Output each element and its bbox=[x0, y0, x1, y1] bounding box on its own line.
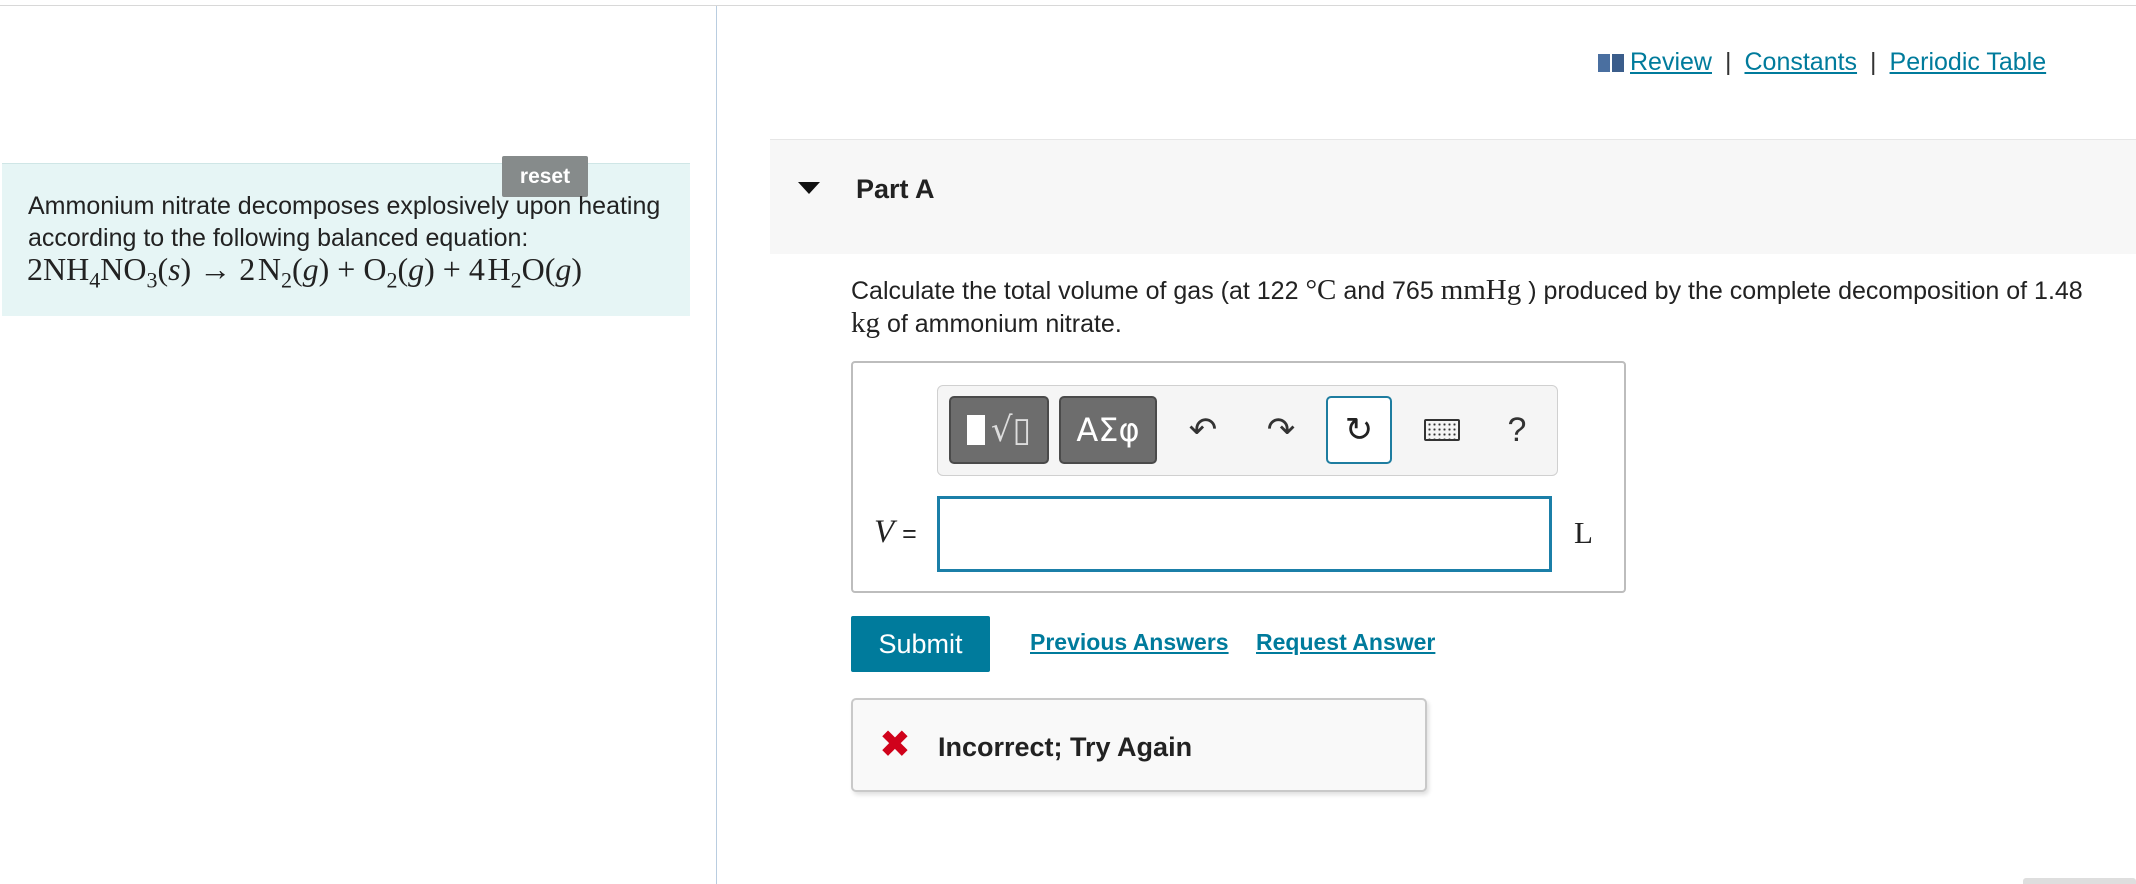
keyboard-icon bbox=[1424, 419, 1460, 441]
error-x-icon: ✖ bbox=[879, 722, 911, 766]
book-icon bbox=[1598, 53, 1624, 72]
periodic-table-link[interactable]: Periodic Table bbox=[1890, 48, 2047, 77]
redo-icon[interactable]: ↷ bbox=[1256, 396, 1306, 464]
balanced-equation: 2NH4NO3(s) → 2 N2(g) + O2(g) + 4 H2O(g) bbox=[27, 251, 583, 293]
answer-variable: V = bbox=[874, 514, 917, 550]
scroll-indicator[interactable] bbox=[2023, 878, 2136, 884]
feedback-box: ✖ Incorrect; Try Again bbox=[851, 698, 1427, 792]
caret-down-icon[interactable] bbox=[798, 182, 820, 194]
fraction-sqrt-icon: √▯ bbox=[966, 410, 1031, 450]
part-header[interactable]: Part A bbox=[770, 139, 2136, 254]
question-text: Calculate the total volume of gas (at 12… bbox=[851, 274, 2083, 339]
resource-links: Review | Constants | Periodic Table bbox=[1598, 48, 2046, 77]
intro-text: Ammonium nitrate decomposes explosively … bbox=[28, 192, 661, 252]
greek-symbols-button[interactable]: ΑΣφ bbox=[1059, 396, 1157, 464]
help-button[interactable]: ? bbox=[1492, 396, 1542, 464]
math-toolbar: √▯ ΑΣφ ↶ ↷ ↻ ? bbox=[937, 385, 1558, 476]
feedback-message: Incorrect; Try Again bbox=[938, 732, 1193, 762]
answer-input[interactable] bbox=[937, 496, 1552, 572]
panel-divider bbox=[716, 6, 717, 884]
review-link[interactable]: Review bbox=[1630, 48, 1712, 77]
request-answer-link[interactable]: Request Answer bbox=[1256, 629, 1435, 656]
reset-icon[interactable]: ↻ bbox=[1326, 396, 1392, 464]
constants-link[interactable]: Constants bbox=[1744, 48, 1857, 77]
link-separator: | bbox=[1870, 48, 1877, 76]
link-separator: | bbox=[1724, 48, 1732, 76]
keyboard-shortcuts-button[interactable] bbox=[1412, 396, 1472, 464]
part-title: Part A bbox=[856, 174, 935, 204]
templates-button[interactable]: √▯ bbox=[949, 396, 1049, 464]
submit-button[interactable]: Submit bbox=[851, 616, 990, 672]
previous-answers-link[interactable]: Previous Answers bbox=[1030, 629, 1229, 656]
answer-unit: L bbox=[1574, 515, 1593, 550]
top-border bbox=[0, 5, 2136, 6]
undo-icon[interactable]: ↶ bbox=[1178, 396, 1228, 464]
